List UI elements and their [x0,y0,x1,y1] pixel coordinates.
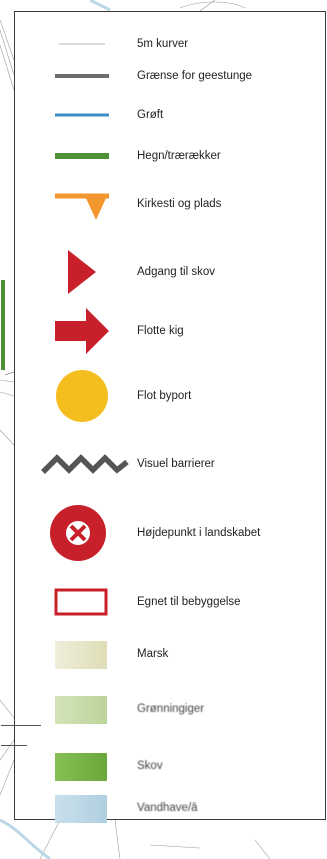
legend-label: Grønningiger [137,703,205,715]
overlay-divider [1,745,27,746]
red-outline-rect-icon [53,582,111,622]
legend-item-hedge: Hegn/trærækker [15,136,325,176]
legend-item-ditch: Grøft [15,95,325,135]
legend-label: Højdepunkt i landskabet [137,527,261,539]
gray-thick-line-icon [53,56,111,96]
legend-label: Vandhave/å [137,802,198,814]
legend-label: Hegn/trærækker [137,150,221,162]
meadow-swatch-icon [53,689,111,729]
legend-label: Flotte kig [137,325,184,337]
marsh-swatch-icon [53,634,111,674]
red-triangle-icon [53,248,111,296]
legend-item-church-path: Kirkesti og plads [15,184,325,224]
legend-item-town-gate: Flot byport [15,368,325,424]
legend-label: Flot byport [137,390,192,402]
legend-item-building-site: Egnet til bebyggelse [15,582,325,622]
legend-item-highpoint: Højdepunkt i landskabet [15,503,325,563]
legend-item-views: Flotte kig [15,306,325,356]
legend-item-forest: Skov [15,746,325,786]
legend-item-boundary: Grænse for geestunge [15,56,325,96]
legend-label: Kirkesti og plads [137,198,222,210]
blue-line-icon [53,95,111,135]
legend-label: 5m kurver [137,38,189,50]
green-line-icon [53,136,111,176]
zigzag-line-icon [41,444,131,484]
legend-label: Skov [137,760,163,772]
legend-item-water: Vandhave/å [15,788,325,828]
forest-swatch-icon [53,746,111,786]
legend-item-visual-barrier: Visuel barrierer [15,444,325,484]
water-swatch-icon [53,788,111,828]
map-legend: 5m kurver Grænse for geestunge Grøft Heg… [1,11,326,823]
legend-label: Egnet til bebyggelse [137,596,241,608]
overlay-divider [1,725,41,726]
red-circle-x-icon [48,503,108,563]
red-arrow-icon [53,306,111,356]
orange-line-triangle-icon [53,184,111,224]
yellow-circle-icon [53,368,111,424]
legend-item-meadow: Grønningiger [15,689,325,729]
legend-label: Marsk [137,648,169,660]
legend-label: Grænse for geestunge [137,70,253,82]
legend-item-forest-access: Adgang til skov [15,248,325,296]
legend-label: Visuel barrierer [137,458,215,470]
legend-item-marsh: Marsk [15,634,325,674]
legend-label: Adgang til skov [137,266,215,278]
legend-label: Grøft [137,109,164,121]
